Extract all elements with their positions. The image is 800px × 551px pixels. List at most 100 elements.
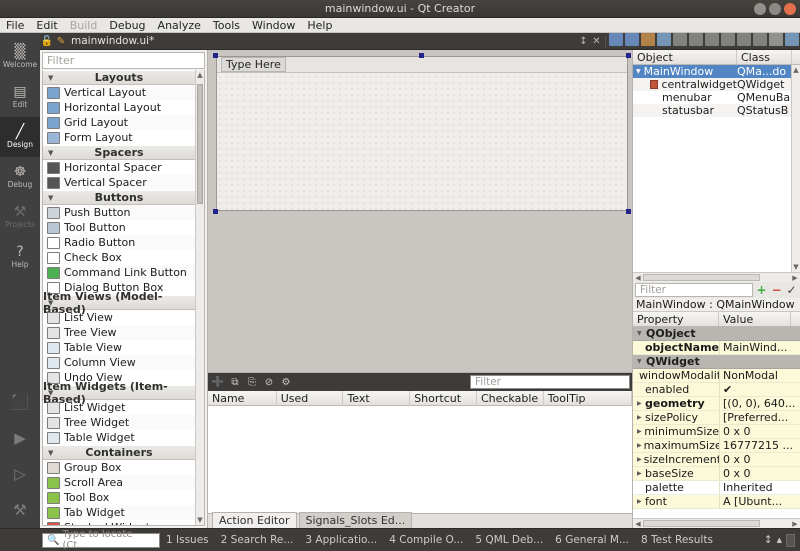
widget-item[interactable]: Tree Widget <box>43 415 195 430</box>
widget-category-containers[interactable]: ▼ Containers <box>43 445 195 460</box>
debug-run-icon[interactable]: ▷ <box>0 456 40 492</box>
scroll-right-arrow[interactable]: ▶ <box>790 273 800 282</box>
scroll-up-arrow[interactable]: ▲ <box>792 65 800 75</box>
output-pane-button[interactable]: 5 QML Deb... <box>469 534 549 546</box>
widget-item[interactable]: Tool Button <box>43 220 195 235</box>
main-window-form[interactable]: Type Here <box>216 56 628 211</box>
property-row[interactable]: ▶ minimumSize 0 x 0 <box>633 425 800 439</box>
widget-item[interactable]: Grid Layout <box>43 115 195 130</box>
mode-welcome[interactable]: ▒ Welcome <box>0 37 40 77</box>
widget-item[interactable]: Scroll Area <box>43 475 195 490</box>
open-file-name[interactable]: mainwindow.ui* <box>71 35 154 47</box>
widget-category-buttons[interactable]: ▼ Buttons <box>43 190 195 205</box>
selection-handle-bottom-left[interactable] <box>213 209 218 214</box>
delete-icon[interactable]: ⊘ <box>262 376 276 389</box>
menu-item-file[interactable]: File <box>6 19 24 32</box>
object-row[interactable]: menubar QMenuBa <box>633 91 791 104</box>
widget-item[interactable]: Vertical Layout <box>43 85 195 100</box>
scroll-down-arrow[interactable]: ▼ <box>196 515 204 525</box>
property-value[interactable]: 16777215 ... <box>719 439 800 452</box>
menu-item-analyze[interactable]: Analyze <box>158 19 201 32</box>
layout-form-icon[interactable] <box>737 33 751 46</box>
widget-item[interactable]: Column View <box>43 355 195 370</box>
close-editor-icon[interactable]: ✕ <box>590 36 603 47</box>
action-column-used[interactable]: Used <box>277 390 344 406</box>
selection-handle-top-center[interactable] <box>419 53 424 58</box>
close-button[interactable] <box>784 3 796 15</box>
widget-box-scrollbar[interactable]: ▲ ▼ <box>195 70 204 525</box>
property-value[interactable]: 0 x 0 <box>719 425 800 438</box>
property-row[interactable]: objectName MainWind... <box>633 341 800 355</box>
form-editor-canvas[interactable]: Type Here <box>208 50 632 372</box>
widget-item[interactable]: Group Box <box>43 460 195 475</box>
object-row[interactable]: statusbar QStatusB <box>633 104 791 117</box>
collapse-output-button[interactable]: ▲ <box>777 536 782 544</box>
widget-category-spacers[interactable]: ▼ Spacers <box>43 145 195 160</box>
object-row[interactable]: ▼ MainWindow QMa...do <box>633 65 791 78</box>
property-group[interactable]: ▼ QWidget <box>633 355 800 369</box>
menu-item-tools[interactable]: Tools <box>213 19 240 32</box>
menu-item-debug[interactable]: Debug <box>109 19 145 32</box>
property-value[interactable]: MainWind... <box>719 341 800 354</box>
run-icon[interactable]: ▶ <box>0 420 40 456</box>
scroll-left-arrow[interactable]: ◀ <box>633 273 643 282</box>
locator-input[interactable]: 🔍 Type to locate (Ct... <box>42 529 160 551</box>
expand-arrow-icon[interactable]: ▼ <box>636 68 641 75</box>
widget-item[interactable]: Command Link Button <box>43 265 195 280</box>
selection-handle-top-left[interactable] <box>213 53 218 58</box>
output-pane-button[interactable]: 1 Issues <box>160 534 215 546</box>
type-here-placeholder[interactable]: Type Here <box>221 57 286 72</box>
widget-category-item-views-model-based[interactable]: ▼ Item Views (Model-Based) <box>43 290 195 316</box>
new-action-icon[interactable]: ➕ <box>211 376 225 389</box>
kit-selector-icon[interactable]: ⬛ <box>0 384 40 420</box>
property-row[interactable]: enabled ✔ <box>633 383 800 397</box>
scroll-right-arrow[interactable]: ▶ <box>790 519 800 528</box>
property-value[interactable]: Inherited <box>719 481 800 494</box>
selection-handle-top-right[interactable] <box>626 53 631 58</box>
widget-item[interactable]: Tree View <box>43 325 195 340</box>
widget-box-list[interactable]: ▼ Layouts Vertical Layout Horizontal Layout… <box>42 70 205 526</box>
form-centralwidget[interactable] <box>217 74 627 210</box>
widget-item[interactable]: Table Widget <box>43 430 195 445</box>
view-tab-signals-slots[interactable]: Signals_Slots Ed... <box>298 512 413 528</box>
layout-grid-icon[interactable] <box>753 33 767 46</box>
property-group[interactable]: ▼ QObject <box>633 327 800 341</box>
object-row[interactable]: centralwidget QWidget <box>633 78 791 91</box>
property-row[interactable]: ▶ baseSize 0 x 0 <box>633 467 800 481</box>
property-row[interactable]: ▶ font A [Ubunt... <box>633 495 800 509</box>
widget-item[interactable]: Table View <box>43 340 195 355</box>
property-value[interactable]: A [Ubunt... <box>719 495 800 508</box>
layout-horizontal-icon[interactable] <box>673 33 687 46</box>
property-row[interactable]: ▶ sizePolicy [Preferred... <box>633 411 800 425</box>
property-value[interactable]: 0 x 0 <box>719 453 800 466</box>
layout-splitter-vertical-icon[interactable] <box>721 33 735 46</box>
property-table-body[interactable]: ▼ QObject objectName MainWind... ▼ QWidget win… <box>633 327 800 518</box>
form-menubar[interactable]: Type Here <box>217 57 627 73</box>
mode-edit[interactable]: ▤ Edit <box>0 77 40 117</box>
build-hammer-icon[interactable]: ⚒ <box>0 492 40 528</box>
widget-item[interactable]: Vertical Spacer <box>43 175 195 190</box>
scroll-down-arrow[interactable]: ▼ <box>792 262 800 272</box>
property-row[interactable]: ▶ geometry [(0, 0), 640... <box>633 397 800 411</box>
menu-item-window[interactable]: Window <box>252 19 295 32</box>
property-row[interactable]: windowModality NonModal <box>633 369 800 383</box>
property-column-property[interactable]: Property <box>633 312 719 326</box>
property-value[interactable]: [(0, 0), 640... <box>719 397 800 410</box>
action-column-text[interactable]: Text <box>343 390 411 406</box>
break-layout-icon[interactable] <box>769 33 783 46</box>
action-column-shortcut[interactable]: Shortcut <box>410 390 477 406</box>
property-row[interactable]: palette Inherited <box>633 481 800 495</box>
scroll-left-arrow[interactable]: ◀ <box>633 519 643 528</box>
property-value[interactable]: [Preferred... <box>719 411 800 424</box>
action-column-tooltip[interactable]: ToolTip <box>544 390 633 406</box>
mode-projects[interactable]: ⚒ Projects <box>0 197 40 237</box>
paste-icon[interactable]: ⎘ <box>245 376 259 389</box>
property-value[interactable]: NonModal <box>719 369 800 382</box>
mode-design[interactable]: ╱ Design <box>0 117 40 157</box>
action-table-body[interactable] <box>208 406 632 513</box>
output-pane-button[interactable]: 4 Compile O... <box>383 534 469 546</box>
widget-item[interactable]: Horizontal Layout <box>43 100 195 115</box>
scrollbar-thumb[interactable] <box>197 84 203 204</box>
property-row[interactable]: ▶ maximumSize 16777215 ... <box>633 439 800 453</box>
widget-item[interactable]: Tab Widget <box>43 505 195 520</box>
